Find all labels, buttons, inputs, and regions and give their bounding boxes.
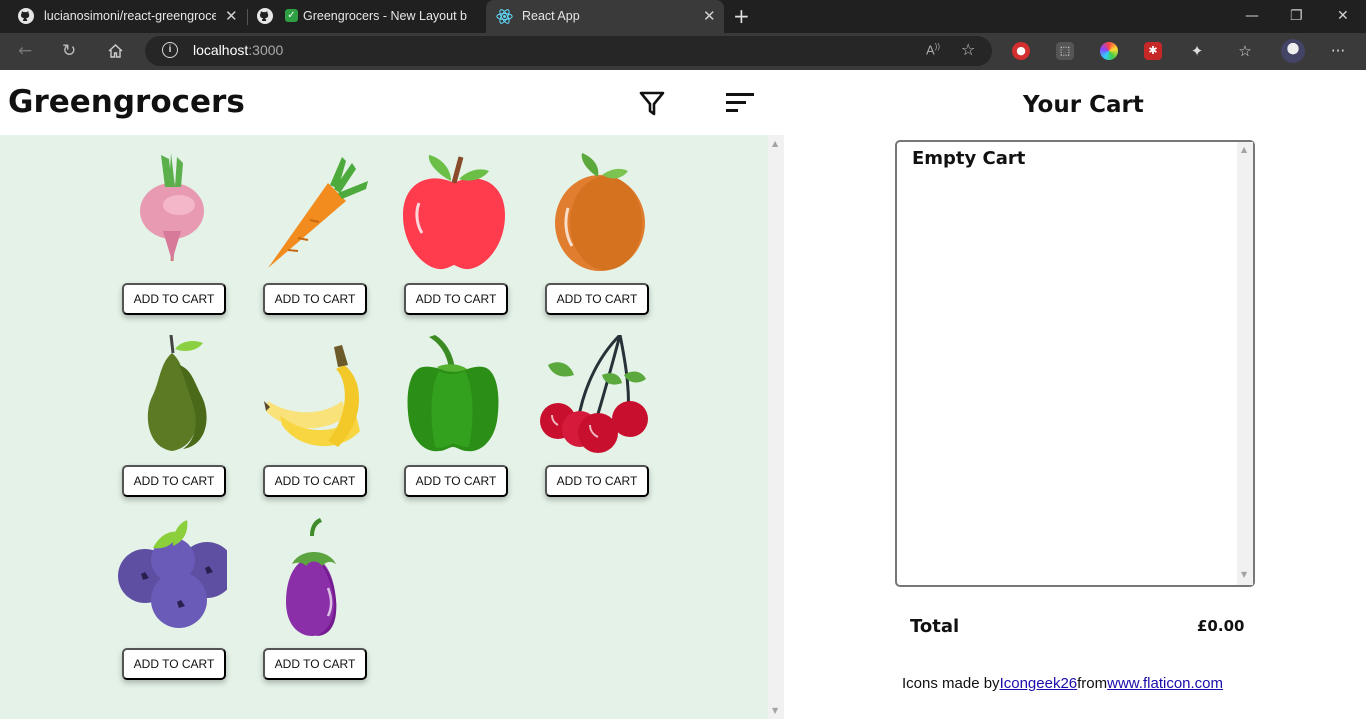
- cart-list: Empty Cart ▲ ▼: [895, 140, 1255, 587]
- sort-icon[interactable]: [726, 92, 756, 114]
- site-info-icon[interactable]: i: [162, 42, 178, 58]
- carrot-icon: [268, 157, 368, 268]
- blueberry-icon: [118, 520, 227, 628]
- adblock-extension-icon[interactable]: ●: [1012, 42, 1030, 60]
- add-to-cart-button[interactable]: ADD TO CART: [545, 465, 649, 497]
- close-tab-icon[interactable]: ✕: [703, 7, 716, 25]
- tab-title: lucianosimoni/react-greengrocer: [44, 9, 216, 23]
- github-icon: [18, 8, 34, 24]
- tab-title: Greengrocers - New Layout b: [303, 9, 467, 23]
- icon-credit: Icons made byIcongeek26fromwww.flaticon.…: [902, 675, 1224, 692]
- scroll-down-arrow-icon[interactable]: ▼: [772, 706, 778, 715]
- product-card: ADD TO CART: [525, 153, 665, 333]
- cart-scrollbar[interactable]: ▲ ▼: [1237, 142, 1253, 585]
- scroll-up-arrow-icon[interactable]: ▲: [772, 139, 778, 148]
- eggplant-icon: [286, 518, 337, 636]
- page-title: Greengrocers: [8, 84, 245, 120]
- window-close-icon[interactable]: ✕: [1337, 8, 1349, 24]
- product-card: ADD TO CART: [243, 335, 383, 515]
- tab-greengrocers-pr[interactable]: ✓ Greengrocers - New Layout b: [248, 0, 486, 33]
- add-favorite-icon[interactable]: ☆: [961, 40, 975, 59]
- beetroot-icon: [140, 153, 204, 262]
- profile-avatar[interactable]: [1281, 39, 1305, 63]
- cart-title: Your Cart: [1023, 92, 1144, 118]
- github-icon: [257, 8, 273, 24]
- app-root: Greengrocers ADD TO CART ADD TO CART ADD…: [0, 70, 1366, 719]
- react-icon: [496, 9, 513, 24]
- empty-cart-text: Empty Cart: [912, 148, 1026, 169]
- product-scrollbar[interactable]: ▲ ▼: [768, 135, 784, 719]
- tab-title: React App: [522, 9, 580, 23]
- devtools-extension-icon[interactable]: ✱: [1144, 42, 1162, 60]
- close-tab-icon[interactable]: ✕: [225, 7, 238, 25]
- restore-icon[interactable]: ❐: [1290, 8, 1303, 24]
- total-value: £0.00: [1197, 617, 1245, 635]
- add-to-cart-button[interactable]: ADD TO CART: [263, 465, 367, 497]
- avocado-icon: [147, 335, 207, 451]
- color-extension-icon[interactable]: [1100, 42, 1118, 60]
- address-text[interactable]: localhost:3000: [193, 42, 283, 58]
- product-card: ADD TO CART: [384, 153, 524, 333]
- add-to-cart-button[interactable]: ADD TO CART: [404, 465, 508, 497]
- add-to-cart-button[interactable]: ADD TO CART: [263, 648, 367, 680]
- add-to-cart-button[interactable]: ADD TO CART: [122, 283, 226, 315]
- tab-react-app[interactable]: React App ✕: [486, 0, 724, 33]
- scroll-down-arrow-icon[interactable]: ▼: [1241, 570, 1247, 579]
- favorites-icon[interactable]: ☆: [1236, 42, 1254, 60]
- apple-icon: [403, 155, 505, 270]
- banana-icon: [264, 345, 360, 447]
- pepper-icon: [407, 335, 499, 452]
- author-link[interactable]: Icongeek26: [1000, 675, 1078, 692]
- home-icon[interactable]: [107, 43, 124, 59]
- read-aloud-icon[interactable]: A)): [926, 42, 940, 57]
- address-bar[interactable]: i localhost:3000 A)) ☆: [145, 36, 992, 66]
- product-card: ADD TO CART: [525, 335, 665, 515]
- total-label: Total: [910, 616, 960, 637]
- new-tab-icon[interactable]: +: [733, 4, 750, 28]
- add-to-cart-button[interactable]: ADD TO CART: [545, 283, 649, 315]
- tab-github-repo[interactable]: lucianosimoni/react-greengrocer ✕: [0, 0, 246, 33]
- add-to-cart-button[interactable]: ADD TO CART: [122, 648, 226, 680]
- product-card: ADD TO CART: [102, 335, 242, 515]
- cherry-icon: [540, 335, 648, 453]
- refresh-icon[interactable]: ↻: [62, 41, 76, 61]
- store-panel: Greengrocers ADD TO CART ADD TO CART ADD…: [0, 70, 784, 719]
- settings-more-icon[interactable]: ···: [1329, 42, 1347, 60]
- product-card: ADD TO CART: [102, 518, 242, 698]
- flaticon-link[interactable]: www.flaticon.com: [1107, 675, 1223, 692]
- browser-toolbar: ← ↻ i localhost:3000 A)) ☆ ● ⬚ ✱ ✦ ☆ ···: [0, 33, 1366, 70]
- add-to-cart-button[interactable]: ADD TO CART: [263, 283, 367, 315]
- add-to-cart-button[interactable]: ADD TO CART: [404, 283, 508, 315]
- product-grid: ADD TO CART ADD TO CART ADD TO CART ADD …: [0, 135, 768, 719]
- pick-extension-icon[interactable]: ⬚: [1056, 42, 1074, 60]
- product-card: ADD TO CART: [384, 335, 524, 515]
- product-card: ADD TO CART: [102, 153, 242, 333]
- apricot-icon: [555, 153, 645, 271]
- minimize-icon[interactable]: —: [1245, 8, 1259, 24]
- scroll-up-arrow-icon[interactable]: ▲: [1241, 145, 1247, 154]
- product-card: ADD TO CART: [243, 518, 383, 698]
- add-to-cart-button[interactable]: ADD TO CART: [122, 465, 226, 497]
- back-icon[interactable]: ←: [18, 41, 32, 61]
- check-icon: ✓: [285, 9, 298, 22]
- product-card: ADD TO CART: [243, 153, 383, 333]
- browser-tab-bar: lucianosimoni/react-greengrocer ✕ ✓ Gree…: [0, 0, 1366, 33]
- filter-icon[interactable]: [639, 90, 665, 116]
- extensions-icon[interactable]: ✦: [1188, 42, 1206, 60]
